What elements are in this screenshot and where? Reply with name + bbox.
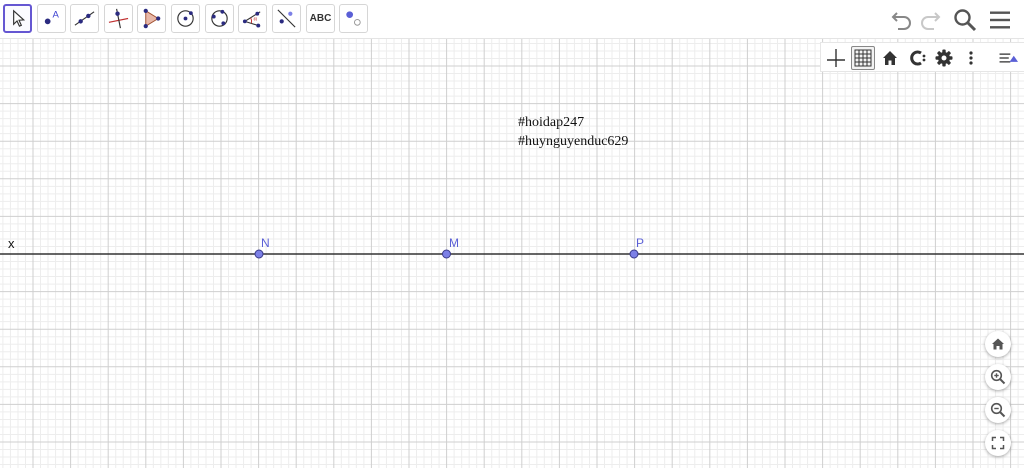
zoom-home-button[interactable] xyxy=(985,331,1011,357)
grid-icon xyxy=(854,49,872,67)
menu-icon xyxy=(990,11,1010,29)
circle-center-icon xyxy=(177,10,194,27)
main-menu-button[interactable] xyxy=(986,6,1014,34)
text-tool-label: ABC xyxy=(309,13,332,24)
show-grid-button[interactable] xyxy=(851,46,875,70)
point-capturing-button[interactable] xyxy=(905,46,929,70)
style-bar xyxy=(820,42,1024,72)
point-p[interactable] xyxy=(629,249,639,259)
perpendicular-line-tool[interactable] xyxy=(104,4,133,33)
zoom-in-icon xyxy=(990,369,1006,385)
point-m[interactable] xyxy=(442,249,451,259)
axes-icon xyxy=(827,49,845,67)
svg-text:α: α xyxy=(253,15,257,22)
gear-icon xyxy=(935,49,953,67)
zoom-in-button[interactable] xyxy=(985,364,1011,390)
redo-button[interactable] xyxy=(916,6,944,34)
text-tool[interactable]: ABC xyxy=(306,4,335,33)
annotation-text-1[interactable]: #hoidap247 xyxy=(518,115,584,131)
line-label: x xyxy=(8,236,15,251)
home-icon xyxy=(992,338,1004,350)
redo-icon xyxy=(921,12,941,30)
more-options-button[interactable] xyxy=(959,46,983,70)
annotation-text-2[interactable]: #huynguyenduc629 xyxy=(518,134,628,150)
undo-button[interactable] xyxy=(888,6,916,34)
point-label-m: M xyxy=(449,236,459,250)
line-tool[interactable] xyxy=(70,4,99,33)
point-label-n: N xyxy=(261,236,270,250)
point-n[interactable] xyxy=(254,249,264,259)
zoom-out-button[interactable] xyxy=(985,397,1011,423)
angle-tool[interactable]: α xyxy=(238,4,267,33)
search-icon xyxy=(954,9,977,32)
polygon-icon xyxy=(143,8,161,29)
circle-three-points-tool[interactable] xyxy=(205,4,234,33)
standard-view-button[interactable] xyxy=(878,46,902,70)
move-tool[interactable] xyxy=(3,4,32,33)
circle-three-points-icon xyxy=(211,9,228,27)
zoom-out-icon xyxy=(990,402,1006,418)
style-bar-toggle-icon xyxy=(999,53,1018,63)
polygon-tool[interactable] xyxy=(137,4,166,33)
point-tool[interactable]: A xyxy=(37,4,66,33)
settings-button[interactable] xyxy=(932,46,956,70)
search-button[interactable] xyxy=(951,6,979,34)
toolbar: A α ABC xyxy=(0,0,1024,39)
perpendicular-line-icon xyxy=(108,8,129,29)
cursor-arrow-icon xyxy=(13,9,26,27)
toggle-style-bar-button[interactable] xyxy=(993,46,1023,70)
fullscreen-button[interactable] xyxy=(985,430,1011,456)
circle-center-tool[interactable] xyxy=(171,4,200,33)
reflect-tool[interactable] xyxy=(272,4,301,33)
point-label-p: P xyxy=(636,236,645,250)
fullscreen-icon xyxy=(991,436,1005,450)
point-capturing-icon xyxy=(910,50,926,66)
slider-tool[interactable] xyxy=(339,4,368,33)
point-icon: A xyxy=(44,10,59,25)
slider-icon xyxy=(346,11,361,26)
home-icon xyxy=(883,51,897,65)
more-vertical-icon xyxy=(969,51,973,65)
show-axes-button[interactable] xyxy=(824,46,848,70)
angle-icon: α xyxy=(242,11,261,28)
graphics-view[interactable] xyxy=(0,39,1024,468)
reflect-icon xyxy=(277,9,296,28)
line-icon xyxy=(74,11,95,26)
undo-icon xyxy=(891,12,911,30)
svg-text:A: A xyxy=(52,10,59,21)
